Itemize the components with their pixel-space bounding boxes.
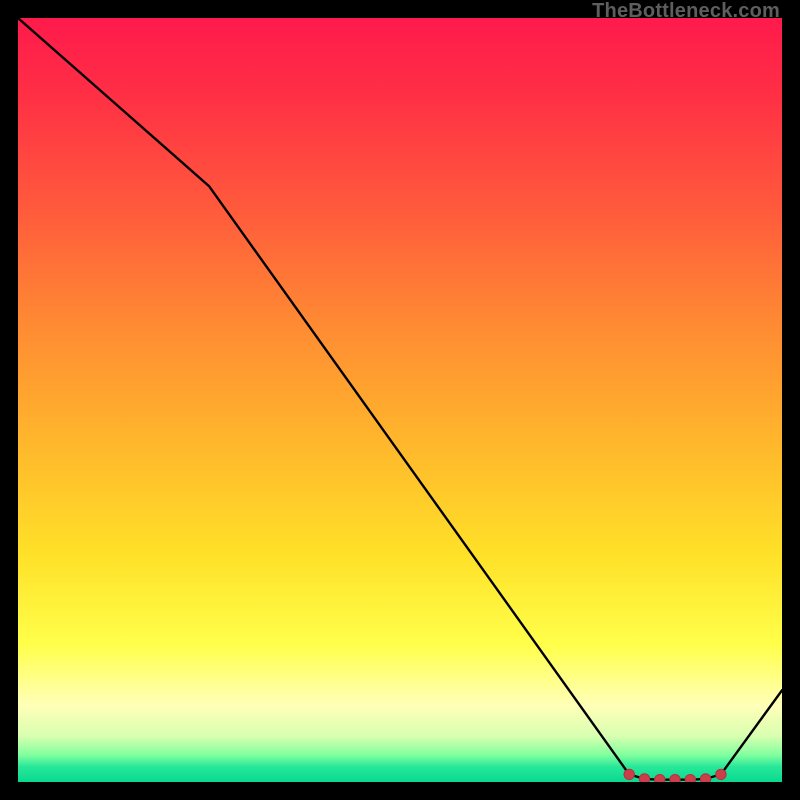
plot-area <box>18 18 782 782</box>
data-marker <box>624 769 634 779</box>
data-line <box>18 18 782 780</box>
data-marker <box>639 774 649 782</box>
chart-frame: TheBottleneck.com <box>0 0 800 800</box>
data-marker <box>655 775 665 783</box>
data-marker <box>716 769 726 779</box>
chart-svg <box>18 18 782 782</box>
data-marker <box>685 775 695 783</box>
data-marker <box>700 774 710 782</box>
data-markers <box>624 769 726 782</box>
data-marker <box>670 775 680 783</box>
